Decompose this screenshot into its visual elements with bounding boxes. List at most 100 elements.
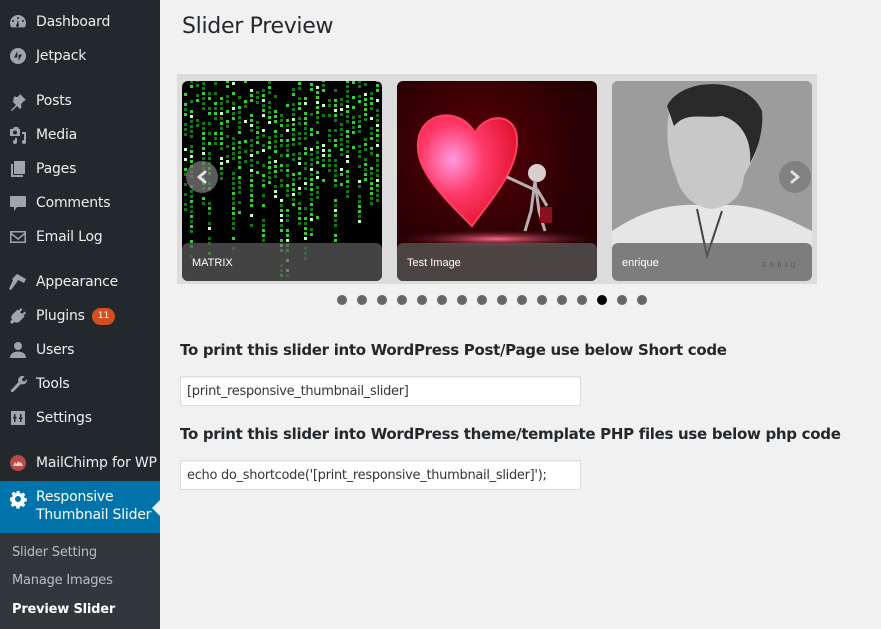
matrix-glyph [346, 160, 349, 163]
matrix-glyph [256, 171, 259, 174]
pagination-dot[interactable] [397, 295, 407, 305]
matrix-glyph [286, 144, 289, 147]
matrix-glyph [190, 230, 193, 233]
matrix-glyph [244, 140, 247, 143]
matrix-glyph [292, 198, 295, 201]
matrix-glyph [376, 89, 379, 92]
matrix-glyph [346, 190, 349, 193]
matrix-glyph [292, 188, 295, 191]
matrix-glyph [280, 144, 283, 147]
matrix-glyph [340, 123, 343, 126]
matrix-glyph [298, 217, 301, 220]
sidebar-item-tools[interactable]: Tools [0, 367, 160, 401]
sidebar-item-mailchimp[interactable]: MailChimp for WP [0, 446, 160, 480]
slider-prev-button[interactable] [186, 161, 218, 193]
submenu-slider-setting[interactable]: Slider Setting [12, 545, 97, 560]
pagination-dot[interactable] [457, 295, 467, 305]
matrix-glyph [376, 184, 379, 187]
sidebar-item-jetpack[interactable]: Jetpack [0, 39, 160, 73]
pagination-dot[interactable] [377, 295, 387, 305]
matrix-glyph [340, 113, 343, 116]
sidebar-item-pages[interactable]: Pages [0, 152, 160, 186]
pagination-dot[interactable] [417, 295, 427, 305]
pagination-dot[interactable] [617, 295, 627, 305]
matrix-glyph [316, 156, 319, 159]
matrix-glyph [292, 128, 295, 131]
matrix-glyph [202, 157, 205, 160]
sidebar-item-label: Email Log [36, 229, 103, 245]
matrix-glyph [250, 129, 253, 132]
matrix-glyph [262, 174, 265, 177]
matrix-glyph [322, 104, 325, 107]
matrix-glyph [322, 144, 325, 147]
submenu-manage-images[interactable]: Manage Images [12, 573, 113, 588]
sidebar-item-email-log[interactable]: Email Log [0, 220, 160, 254]
matrix-glyph [190, 225, 193, 228]
matrix-glyph [232, 197, 235, 200]
matrix-glyph [214, 92, 217, 95]
matrix-glyph [202, 202, 205, 205]
matrix-glyph [238, 156, 241, 159]
matrix-glyph [304, 237, 307, 240]
pagination-dot[interactable] [477, 295, 487, 305]
pagination-dot[interactable] [557, 295, 567, 305]
matrix-glyph [256, 161, 259, 164]
matrix-glyph [316, 146, 319, 149]
pagination-dot[interactable] [637, 295, 647, 305]
shortcode-field[interactable] [180, 376, 581, 406]
matrix-glyph [190, 85, 193, 88]
php-code-field[interactable] [180, 460, 581, 490]
submenu-preview-slider[interactable]: Preview Slider [12, 602, 115, 617]
sidebar-item-media[interactable]: Media [0, 118, 160, 152]
pagination-dot-active[interactable] [597, 295, 607, 305]
matrix-glyph [220, 162, 223, 165]
slider-next-button[interactable] [779, 161, 811, 193]
pagination-dot[interactable] [517, 295, 527, 305]
pagination-dot[interactable] [437, 295, 447, 305]
matrix-glyph [286, 164, 289, 167]
matrix-glyph [208, 152, 211, 155]
matrix-glyph [298, 142, 301, 145]
sidebar-item-label: Jetpack [36, 48, 87, 64]
matrix-glyph [238, 96, 241, 99]
matrix-glyph [352, 131, 355, 134]
matrix-glyph [298, 212, 301, 215]
matrix-glyph [298, 192, 301, 195]
matrix-glyph [310, 148, 313, 151]
sidebar-item-comments[interactable]: Comments [0, 186, 160, 220]
matrix-glyph [298, 107, 301, 110]
matrix-glyph [208, 157, 211, 160]
sidebar-item-responsive-thumbnail-slider[interactable]: Responsive Thumbnail Slider [0, 481, 160, 533]
current-menu-arrow [152, 500, 160, 516]
matrix-glyph [184, 128, 187, 131]
matrix-glyph [328, 99, 331, 102]
sidebar-item-posts[interactable]: Posts [0, 84, 160, 118]
slide-test-image[interactable]: Test Image [397, 81, 597, 281]
matrix-glyph [358, 205, 361, 208]
matrix-glyph [358, 165, 361, 168]
matrix-glyph [262, 104, 265, 107]
matrix-glyph [238, 131, 241, 134]
sidebar-item-dashboard[interactable]: Dashboard [0, 5, 160, 39]
pagination-dot[interactable] [537, 295, 547, 305]
pagination-dot[interactable] [577, 295, 587, 305]
pagination-dot[interactable] [337, 295, 347, 305]
sidebar-item-label: MailChimp for WP [36, 455, 157, 471]
matrix-glyph [190, 210, 193, 213]
settings-sliders-icon [0, 408, 36, 428]
matrix-glyph [262, 239, 265, 242]
pagination-dot[interactable] [497, 295, 507, 305]
matrix-glyph [280, 119, 283, 122]
matrix-glyph [280, 164, 283, 167]
matrix-glyph [370, 107, 373, 110]
pagination-dot[interactable] [357, 295, 367, 305]
matrix-glyph [298, 87, 301, 90]
matrix-glyph [250, 169, 253, 172]
sidebar-item-appearance[interactable]: Appearance [0, 265, 160, 299]
matrix-glyph [346, 115, 349, 118]
matrix-glyph [232, 172, 235, 175]
matrix-glyph [316, 171, 319, 174]
sidebar-item-plugins[interactable]: Plugins 11 [0, 299, 160, 333]
sidebar-item-users[interactable]: Users [0, 333, 160, 367]
sidebar-item-settings[interactable]: Settings [0, 401, 160, 435]
